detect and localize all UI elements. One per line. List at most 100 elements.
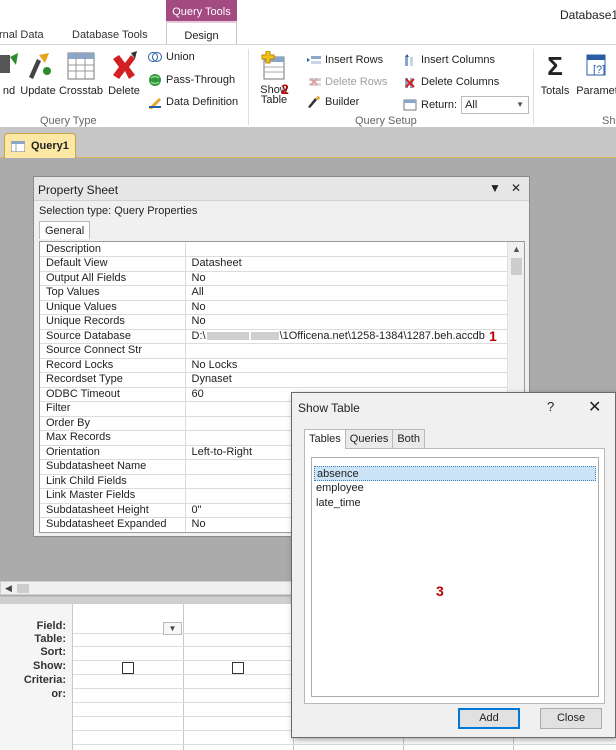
property-row[interactable]: Output All Fields No [40, 271, 508, 286]
union-label: Union [166, 51, 195, 63]
show-table-dialog: Show Table ? ✕ Tables Queries Both absen… [291, 392, 616, 738]
scroll-up-icon[interactable]: ▲ [512, 244, 521, 254]
property-row[interactable]: Record Locks No Locks [40, 358, 508, 373]
delete-rows-label: Delete Rows [325, 76, 388, 88]
property-value[interactable]: No [185, 314, 508, 330]
property-key: Subdatasheet Height [40, 503, 186, 518]
grid-column-2[interactable] [184, 604, 294, 750]
query-icon [11, 140, 25, 152]
insert-rows-button[interactable]: Insert Rows [307, 54, 383, 66]
pass-through-button[interactable]: Pass-Through [148, 73, 235, 87]
ribbon: nd Update Crosstab Delete Union Pass-Thr… [0, 44, 616, 128]
tab-general[interactable]: General [39, 221, 91, 239]
crosstab-icon [67, 52, 95, 80]
label-table: Table: [34, 633, 66, 645]
delete-rows-icon [309, 78, 321, 86]
property-row[interactable]: Source Connect Str [40, 343, 508, 359]
property-row[interactable]: Unique Values No [40, 300, 508, 315]
database-title: Database1 [560, 8, 616, 22]
property-value[interactable]: Dynaset [185, 372, 508, 388]
close-icon[interactable]: ✕ [588, 397, 601, 417]
scroll-left-icon[interactable]: ◀ [5, 583, 12, 594]
data-definition-button[interactable]: Data Definition [148, 95, 238, 109]
query-tools-label: Query Tools [172, 6, 231, 18]
path-prefix: D:\ [191, 329, 206, 342]
parameters-button[interactable]: [?] Paramet [575, 51, 616, 97]
property-value[interactable]: D:\ \1Officena.net\1258-1384\1287.beh.acc… [185, 329, 508, 344]
property-key: Default View [40, 256, 186, 272]
tab-external-data[interactable]: rnal Data [0, 29, 44, 41]
property-row[interactable]: Default View Datasheet [40, 256, 508, 272]
label-sort: Sort: [40, 646, 66, 658]
document-tab-query1[interactable]: Query1 [4, 133, 76, 158]
annotation-3: 3 [436, 583, 444, 599]
return-select[interactable]: All ▼ [461, 96, 530, 114]
property-key: Filter [40, 401, 186, 417]
scroll-thumb[interactable] [17, 584, 29, 593]
property-value[interactable]: All [185, 285, 508, 301]
scroll-thumb[interactable] [511, 258, 522, 275]
globe-icon [149, 74, 161, 86]
grid-line [73, 744, 616, 745]
property-row[interactable]: Recordset Type Dynaset [40, 372, 508, 388]
document-tab-label: Query1 [31, 140, 69, 152]
delete-query-button[interactable]: Delete [106, 51, 142, 97]
property-key: Order By [40, 416, 186, 431]
property-value[interactable]: No [185, 300, 508, 315]
property-key: Output All Fields [40, 271, 186, 286]
property-key: Top Values [40, 285, 186, 301]
delete-rows-button[interactable]: Delete Rows [307, 76, 387, 88]
show-hide-group-label: Sh [602, 115, 616, 127]
property-key: ODBC Timeout [40, 387, 186, 402]
totals-button[interactable]: Σ Totals [537, 51, 573, 97]
property-value[interactable] [185, 242, 508, 257]
tab-design-label: Design [184, 30, 219, 42]
insert-columns-button[interactable]: Insert Columns [403, 54, 495, 66]
path-suffix: \1Officena.net\1258-1384\1287.beh.accdb [279, 329, 485, 342]
list-item-late-time[interactable]: late_time [314, 496, 596, 511]
builder-button[interactable]: Builder [307, 96, 359, 108]
append-button[interactable]: nd [0, 51, 20, 97]
tab-tables[interactable]: Tables [304, 429, 346, 449]
builder-label: Builder [325, 96, 360, 108]
close-button[interactable]: Close [540, 708, 602, 729]
union-button[interactable]: Union [148, 51, 195, 63]
property-row[interactable]: Source Database D:\ \1Officena.net\1258-13… [40, 329, 508, 344]
property-sheet-header: Property Sheet ▼ ✕ [34, 177, 529, 201]
tab-both[interactable]: Both [392, 429, 425, 449]
show-checkbox-1[interactable] [122, 662, 134, 674]
tab-design[interactable]: Design [166, 21, 237, 45]
property-key: Subdatasheet Name [40, 459, 186, 475]
field-dropdown[interactable]: ▼ [163, 622, 182, 635]
insert-columns-icon [405, 54, 413, 66]
delete-columns-button[interactable]: Delete Columns [403, 76, 499, 88]
property-value[interactable]: No Locks [185, 358, 508, 373]
list-item-absence[interactable]: absence [314, 466, 596, 481]
property-row[interactable]: Description [40, 242, 508, 257]
design-hscrollbar[interactable]: ◀ [0, 581, 300, 595]
property-key: Orientation [40, 445, 186, 460]
property-row[interactable]: Unique Records No [40, 314, 508, 330]
property-value[interactable] [185, 343, 508, 359]
property-key: Source Connect Str [40, 343, 186, 359]
tab-queries[interactable]: Queries [344, 429, 394, 449]
help-icon[interactable]: ? [547, 399, 554, 414]
property-value[interactable]: Datasheet [185, 256, 508, 272]
property-value[interactable]: No [185, 271, 508, 286]
show-checkbox-2[interactable] [232, 662, 244, 674]
add-button[interactable]: Add [458, 708, 520, 729]
property-key: Subdatasheet Expanded [40, 517, 186, 532]
update-label: Update [20, 85, 56, 97]
tab-database-tools[interactable]: Database Tools [72, 29, 148, 41]
update-button[interactable]: Update [20, 51, 56, 97]
totals-label: Totals [540, 85, 570, 97]
delete-query-icon [113, 51, 137, 79]
close-icon[interactable]: ✕ [511, 181, 521, 195]
chevron-down-icon: ▼ [168, 624, 177, 633]
crosstab-button[interactable]: Crosstab [57, 51, 105, 97]
property-row[interactable]: Top Values All [40, 285, 508, 301]
table-list[interactable]: absence employee late_time 3 [311, 457, 599, 697]
list-item-employee[interactable]: employee [314, 481, 596, 496]
chevron-down-icon[interactable]: ▼ [489, 181, 501, 195]
parameters-label: Paramet [576, 85, 616, 97]
